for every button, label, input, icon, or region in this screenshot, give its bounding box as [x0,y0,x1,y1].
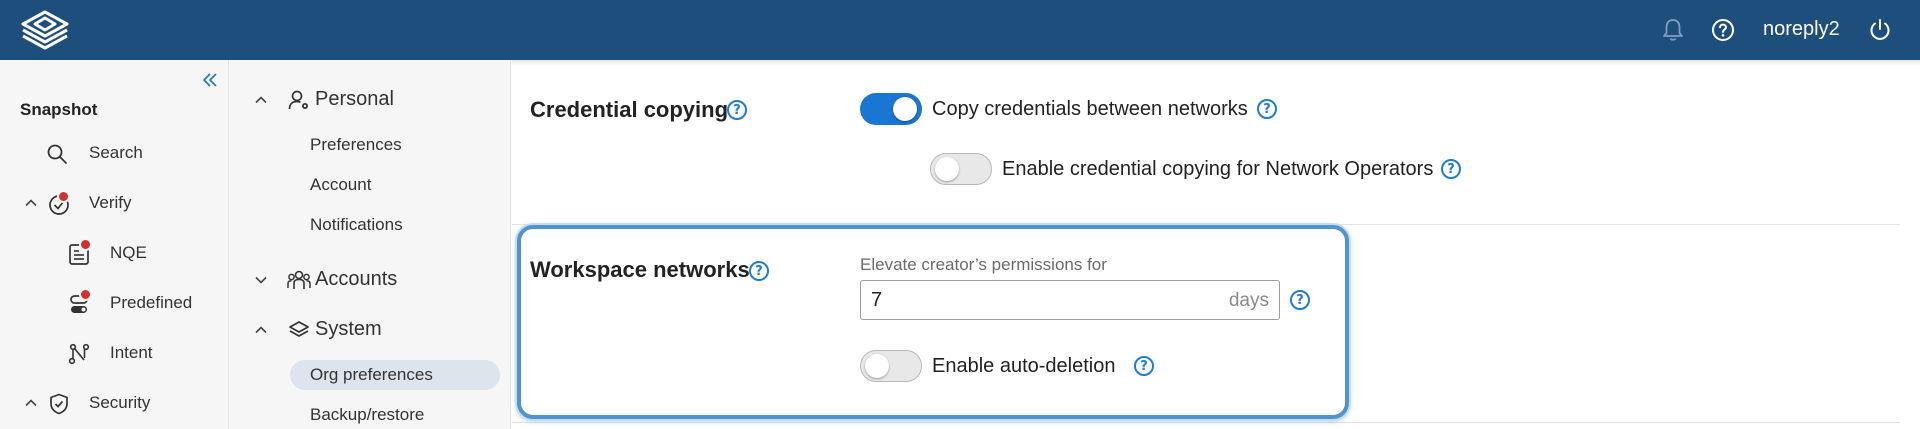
settings-item-preferences[interactable]: Preferences [310,135,402,155]
shield-icon [46,391,72,417]
chevron-up-icon[interactable] [22,394,40,412]
help-icon[interactable]: ? [1441,159,1461,179]
settings-group-accounts[interactable]: Accounts [230,262,511,298]
search-icon [44,141,70,167]
top-shadow [512,60,1920,66]
settings-item-org-preferences[interactable]: Org preferences [310,365,433,385]
sidebar-item-label: Security [89,393,151,412]
workspace-networks-highlight [517,225,1349,419]
bell-icon[interactable] [1659,16,1687,44]
verify-icon [46,190,72,217]
help-icon[interactable]: ? [1257,99,1277,119]
settings-item-backup-restore[interactable]: Backup/restore [310,405,424,425]
alert-badge [57,190,70,203]
sidebar-item-intent[interactable]: Intent [0,335,228,371]
operators-credential-toggle[interactable] [930,153,992,185]
settings-group-label: Personal [315,88,394,110]
username-label[interactable]: noreply2 [1763,18,1840,41]
chevron-down-icon[interactable] [252,271,270,289]
sidebar-item-label: Search [89,143,143,162]
layers-icon [286,317,312,343]
help-icon[interactable] [1709,16,1737,44]
sidebar-item-label: Verify [89,193,132,212]
nqe-icon [66,238,92,267]
sidebar-item-label: Intent [110,343,153,362]
settings-nav: Personal Preferences Account Notificatio… [230,60,511,429]
sidebar-item-label: NQE [110,243,147,262]
snapshot-section-title: Snapshot [20,100,98,119]
toggle-knob [893,97,917,121]
alert-badge [79,288,92,301]
settings-item-account[interactable]: Account [310,175,371,195]
operators-credential-label: Enable credential copying for Network Op… [1002,158,1434,180]
chevron-up-icon[interactable] [22,194,40,212]
toggle-knob [935,157,959,181]
users-icon [286,267,312,293]
predefined-icon [66,288,92,317]
user-gear-icon [286,87,312,113]
sidebar-item-nqe[interactable]: NQE [0,235,228,271]
help-icon[interactable]: ? [727,100,747,120]
settings-group-label: System [315,318,382,340]
power-icon[interactable] [1866,16,1894,44]
intent-icon [66,341,92,367]
sidebar-item-verify[interactable]: Verify [0,185,228,221]
sidebar-item-label: Predefined [110,293,193,312]
chevron-up-icon[interactable] [252,321,270,339]
collapse-sidebar-icon[interactable] [198,68,222,92]
sidebar-item-security[interactable]: Security [0,385,228,421]
main-sidebar: Snapshot Search Verify NQE Predefined In… [0,60,229,429]
copy-credentials-toggle[interactable] [860,93,922,125]
settings-group-system[interactable]: System [230,312,511,348]
sidebar-item-predefined[interactable]: Predefined [0,285,228,321]
settings-item-notifications[interactable]: Notifications [310,215,403,235]
logo-icon[interactable] [18,9,72,51]
chevron-up-icon[interactable] [252,91,270,109]
settings-group-label: Accounts [315,268,398,290]
sidebar-item-search[interactable]: Search [0,135,228,171]
credential-copying-title: Credential copying [530,97,729,122]
settings-group-personal[interactable]: Personal [230,82,511,118]
section-divider [512,422,1900,423]
top-bar: noreply2 [0,0,1920,60]
copy-credentials-label: Copy credentials between networks [932,98,1248,120]
alert-badge [79,238,92,251]
